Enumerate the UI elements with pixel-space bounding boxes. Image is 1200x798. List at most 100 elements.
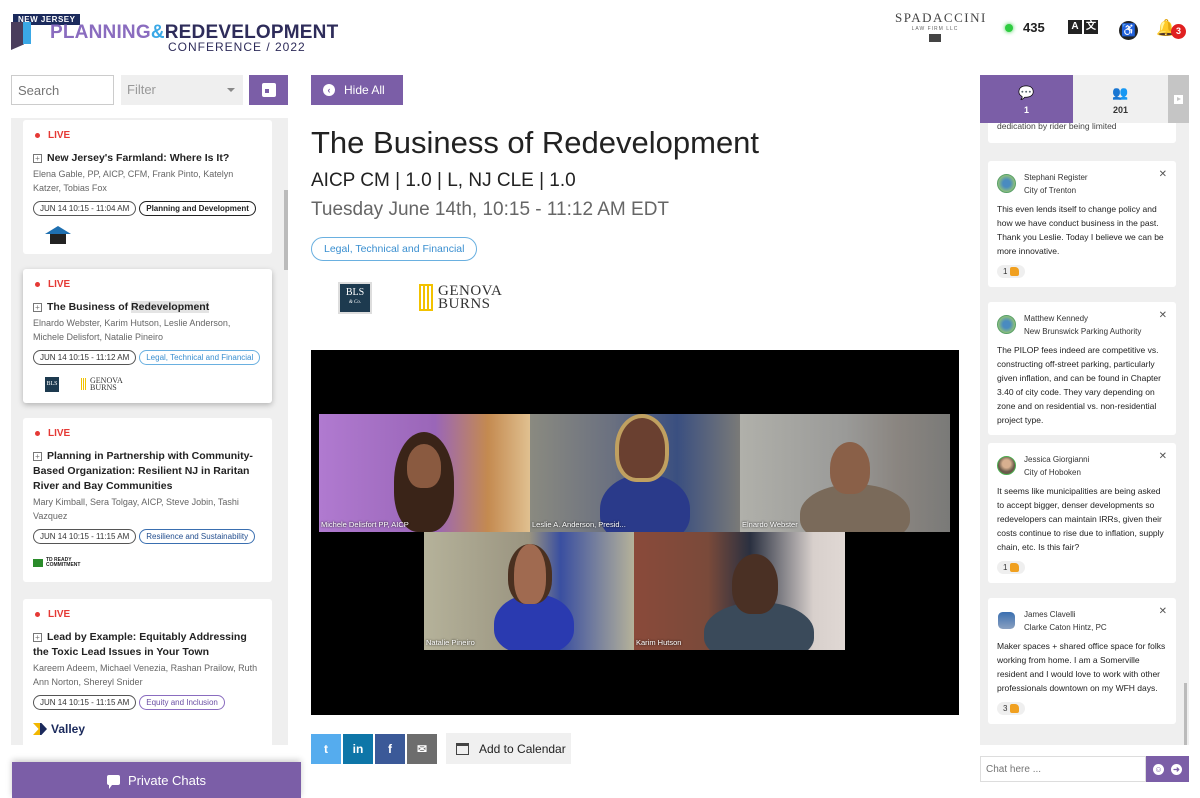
session-list: LIVE + New Jersey's Farmland: Where Is It… (11, 118, 288, 745)
video-player[interactable]: Michele Delisfort PP, AICP Leslie A. And… (311, 350, 959, 715)
chat-scrollbar[interactable] (1184, 683, 1187, 745)
participant-name: Leslie A. Anderson, Presid... (532, 520, 626, 529)
session-time-chip: JUN 14 10:15 - 11:04 AM (33, 201, 137, 216)
live-indicator: LIVE (35, 428, 262, 439)
video-tile: Karim Hutson (634, 532, 845, 650)
session-speakers: Elena Gable, PP, AICP, CFM, Frank Pinto,… (33, 169, 234, 193)
linkedin-share-button[interactable]: in (343, 734, 373, 764)
add-to-calendar-button[interactable]: Add to Calendar (446, 733, 571, 764)
tab-chat[interactable]: 💬 1 (980, 75, 1073, 123)
expand-icon[interactable]: + (33, 452, 42, 461)
logo-subtitle: CONFERENCE / 2022 (168, 40, 306, 54)
send-icon[interactable]: ➜ (1171, 763, 1182, 775)
expand-icon[interactable]: + (33, 633, 42, 642)
bls-logo: BLS (45, 376, 59, 392)
participant-face (615, 414, 669, 482)
live-indicator: LIVE (35, 130, 262, 141)
chat-bubble-icon: 💬 (1018, 85, 1035, 100)
session-track-chip[interactable]: Legal, Technical and Financial (139, 350, 261, 365)
message-author[interactable]: Matthew Kennedy (1024, 312, 1141, 325)
calendar-icon (261, 83, 276, 97)
genova-burns-sponsor-logo[interactable]: GENOVA BURNS (419, 283, 502, 311)
like-count: 1 (1003, 563, 1008, 572)
session-credits: AICP CM | 1.0 | L, NJ CLE | 1.0 (311, 170, 576, 191)
session-track-chip[interactable]: Resilience and Sustainability (139, 529, 256, 544)
session-title[interactable]: + Lead by Example: Equitably Addressing t… (33, 630, 262, 660)
session-title[interactable]: + Planning in Partnership with Community-… (33, 449, 262, 494)
message-author[interactable]: Stephani Register (1024, 171, 1088, 184)
chat-input[interactable] (980, 756, 1146, 782)
thumbs-up-icon (1010, 563, 1020, 572)
genova-burns-text: GENOVA BURNS (90, 376, 123, 392)
chevron-down-icon (227, 88, 235, 92)
chat-count: 1 (1023, 105, 1029, 115)
session-card[interactable]: LIVE + New Jersey's Farmland: Where Is It… (23, 120, 272, 254)
session-track-chip[interactable]: Planning and Development (139, 201, 256, 216)
notification-badge: 3 (1171, 24, 1186, 39)
session-card[interactable]: LIVE + Planning in Partnership with Commu… (23, 418, 272, 582)
message-text: The PILOP fees indeed are competitive vs… (997, 345, 1161, 425)
session-card-active[interactable]: LIVE + The Business of Redevelopment Elna… (23, 269, 272, 403)
search-input[interactable] (11, 75, 114, 105)
emoji-icon[interactable]: ☺ (1153, 763, 1164, 775)
video-tile: Elnardo Webster (740, 414, 950, 532)
valley-chevron-icon (33, 723, 47, 735)
session-title-heading: The Business of Redevelopment (311, 125, 760, 160)
attendee-count: 201 (1112, 105, 1129, 115)
participant-name: Natalie Pineiro (426, 638, 475, 647)
private-chats-button[interactable]: Private Chats (12, 762, 301, 798)
like-button[interactable]: 1 (997, 561, 1026, 574)
filter-dropdown[interactable]: Filter (121, 75, 243, 105)
close-icon[interactable]: ✕ (1159, 451, 1167, 462)
close-icon[interactable]: ✕ (1159, 310, 1167, 321)
private-chats-label: Private Chats (127, 772, 207, 788)
user-avatar[interactable] (997, 315, 1016, 334)
email-share-button[interactable]: ✉ (407, 734, 437, 764)
message-author[interactable]: James Clavelli (1024, 608, 1107, 621)
bls-sponsor-logo[interactable]: BLS & Co. (338, 282, 372, 314)
header-sponsor-logo[interactable]: SPADACCINI LAW FIRM LLC (895, 10, 985, 46)
tab-scroll-right-button[interactable] (1168, 75, 1189, 123)
facebook-share-button[interactable]: f (375, 734, 405, 764)
expand-icon[interactable]: + (33, 303, 42, 312)
session-list-scrollbar[interactable] (284, 190, 288, 270)
like-button[interactable]: 3 (997, 702, 1026, 715)
like-button[interactable]: 1 (997, 265, 1026, 278)
user-avatar[interactable] (997, 611, 1016, 630)
live-dot-icon (35, 133, 40, 138)
participant-name: Karim Hutson (636, 638, 682, 647)
chat-message: James Clavelli Clarke Caton Hintz, PC ✕ M… (988, 598, 1176, 724)
calendar-view-button[interactable] (249, 75, 288, 105)
logo-shape-accent (23, 22, 31, 44)
like-count: 1 (1003, 267, 1008, 276)
hide-all-label: Hide All (344, 83, 385, 97)
pillar-icon (419, 284, 433, 311)
close-icon[interactable]: ✕ (1159, 169, 1167, 180)
tab-attendees[interactable]: 👥 201 (1073, 75, 1168, 123)
session-title[interactable]: + The Business of Redevelopment (33, 300, 262, 315)
td-text: TD READY COMMITMENT (46, 557, 81, 568)
expand-icon[interactable]: + (33, 154, 42, 163)
close-icon[interactable]: ✕ (1159, 606, 1167, 617)
session-datetime: Tuesday June 14th, 10:15 - 11:12 AM EDT (311, 199, 670, 220)
twitter-share-button[interactable]: t (311, 734, 341, 764)
session-card[interactable]: LIVE + Lead by Example: Equitably Address… (23, 599, 272, 745)
session-title[interactable]: + New Jersey's Farmland: Where Is It? (33, 151, 262, 166)
message-author[interactable]: Jessica Giorgianni (1024, 453, 1089, 466)
facebook-icon: f (388, 742, 392, 756)
session-track-chip[interactable]: Equity and Inclusion (139, 695, 225, 710)
user-avatar[interactable] (997, 456, 1016, 475)
users-icon: 👥 (1112, 85, 1129, 100)
accessibility-icon[interactable]: ♿ (1119, 21, 1138, 40)
hide-all-button[interactable]: ‹ Hide All (311, 75, 403, 105)
participant-face (508, 544, 552, 604)
share-buttons: t in f ✉ (311, 734, 437, 764)
online-status-icon (1005, 23, 1013, 32)
live-label: LIVE (48, 428, 71, 439)
translate-button[interactable]: A 文 (1068, 20, 1098, 34)
user-avatar[interactable] (997, 174, 1016, 193)
conference-logo[interactable]: NEW JERSEY PLANNING&REDEVELOPMENT CONFER… (10, 12, 338, 54)
translate-icon-zh: 文 (1084, 20, 1098, 34)
session-track-chip[interactable]: Legal, Technical and Financial (311, 237, 478, 261)
live-dot-icon (35, 431, 40, 436)
